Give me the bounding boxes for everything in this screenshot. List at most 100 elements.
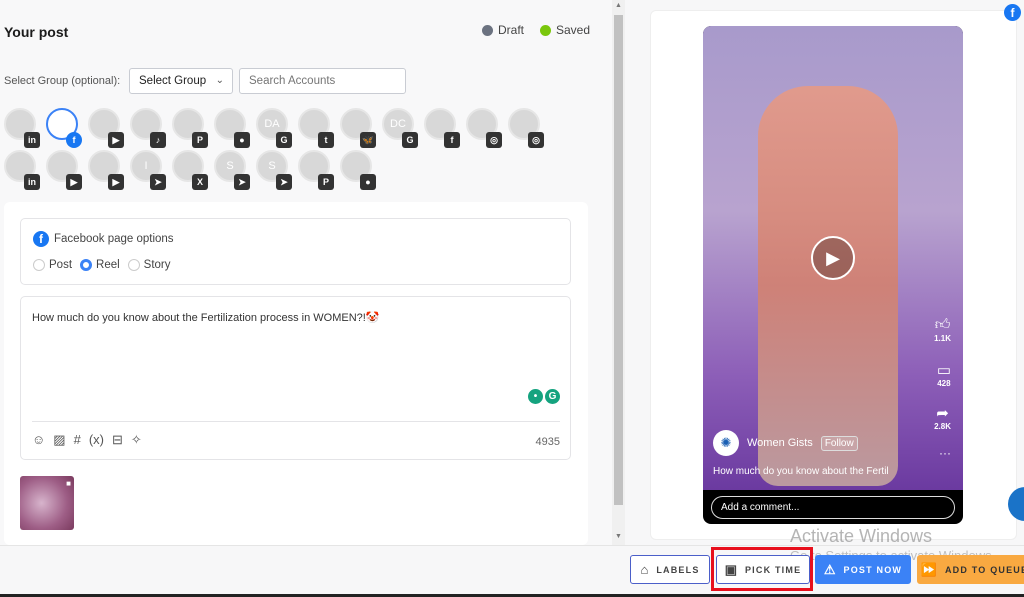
account-avatar-youtube[interactable]: ▶ (88, 150, 124, 190)
follow-button: Follow (820, 435, 858, 451)
draft-dot-icon (482, 24, 493, 36)
saved-dot-icon (540, 24, 551, 36)
comment-icon: ▭ (936, 362, 951, 379)
account-avatar-linkedin[interactable]: in (4, 108, 40, 148)
draft-label: Draft (498, 23, 525, 37)
share-count: ➦ 2.8K (934, 405, 951, 431)
post-now-button[interactable]: ⚠ POST NOW (815, 555, 911, 584)
account-avatar-tiktok[interactable]: ♪ (130, 108, 166, 148)
reel-preview: ▶ 👍︎ 1.1K ▭ 428 ➦ 2.8K ✺ Women Gists Follow ·… (703, 26, 963, 524)
preview-caption: How much do you know about the Fertil (713, 466, 889, 477)
reddit-icon: ● (360, 174, 376, 190)
account-avatar-reddit[interactable]: ● (340, 150, 376, 190)
search-accounts-input[interactable] (239, 68, 406, 94)
page-title: Your post (4, 24, 69, 40)
labels-button[interactable]: ⌂ LABELS (630, 555, 710, 584)
account-avatar-bluesky[interactable]: 🦋 (340, 108, 376, 148)
account-avatar-facebook[interactable]: f (424, 108, 460, 148)
telegram-icon: ➤ (276, 174, 292, 190)
comment-input: Add a comment... (711, 496, 955, 519)
facebook-icon: f (66, 132, 82, 148)
saved-label: Saved (556, 23, 591, 37)
reddit-icon: ● (234, 132, 250, 148)
linkedin-icon: in (24, 132, 40, 148)
account-avatar-google-business[interactable]: DC G (382, 108, 418, 148)
image-icon[interactable]: ▨ (53, 432, 65, 448)
account-avatar-linkedin[interactable]: in (4, 150, 40, 190)
post-text-editor[interactable]: How much do you know about the Fertiliza… (20, 296, 571, 460)
grammarly-widget[interactable]: • G (528, 389, 560, 404)
account-avatar-pinterest[interactable]: P (172, 108, 208, 148)
like-count: 👍︎ 1.1K (934, 316, 951, 343)
account-avatar-telegram[interactable]: S ➤ (256, 150, 292, 190)
account-avatar-x[interactable]: X (172, 150, 208, 190)
snippet-icon[interactable]: ⊟ (112, 432, 123, 448)
bluesky-icon: 🦋 (360, 132, 376, 148)
tag-icon: ⌂ (640, 562, 649, 577)
youtube-icon: ▶ (66, 174, 82, 190)
account-avatar-tumblr[interactable]: t (298, 108, 334, 148)
tumblr-icon: t (318, 132, 334, 148)
telegram-icon: ➤ (234, 174, 250, 190)
account-avatar-google-business[interactable]: DA G (256, 108, 292, 148)
account-avatar-telegram[interactable]: I ➤ (130, 150, 166, 190)
instagram-icon: ◎ (528, 132, 544, 148)
preview-account: ✺ Women Gists Follow (713, 430, 858, 456)
google-business-icon: G (402, 132, 418, 148)
group-select-value: Select Group (139, 75, 207, 87)
windows-watermark: Activate Windows (790, 526, 933, 546)
radio-story[interactable]: Story (127, 259, 171, 271)
comment-count: ▭ 428 (936, 362, 951, 388)
chevron-down-icon: ⌄ (215, 75, 224, 86)
fast-forward-icon: ⏩ (920, 561, 937, 577)
facebook-icon: f (33, 231, 49, 247)
share-icon: ➦ (936, 405, 949, 422)
grammarly-bulb-icon[interactable]: • (528, 389, 543, 404)
ai-sparkle-icon[interactable]: ✧ (131, 432, 142, 448)
radio-reel[interactable]: Reel (80, 259, 120, 271)
saved-status: Saved (540, 23, 590, 37)
pinterest-icon: P (318, 174, 334, 190)
google-business-icon: G (276, 132, 292, 148)
account-avatar-pinterest[interactable]: P (298, 150, 334, 190)
account-avatar-youtube[interactable]: ▶ (88, 108, 124, 148)
youtube-icon: ▶ (108, 132, 124, 148)
facebook-icon[interactable]: f (1004, 4, 1021, 21)
account-avatar-facebook[interactable]: f (46, 108, 82, 148)
tiktok-icon: ♪ (150, 132, 166, 148)
radio-post[interactable]: Post (33, 259, 72, 271)
media-thumbnail[interactable]: ■ (20, 476, 74, 530)
account-avatar-reddit[interactable]: ● (214, 108, 250, 148)
hashtag-icon[interactable]: # (74, 432, 81, 448)
grammarly-icon[interactable]: G (545, 389, 560, 404)
linkedin-icon: in (24, 174, 40, 190)
telegram-icon: ➤ (150, 174, 166, 190)
more-icon: ··· (939, 446, 951, 460)
facebook-icon: f (444, 132, 460, 148)
emoji-icon[interactable]: ☺ (32, 432, 45, 448)
draft-status: Draft (482, 23, 524, 37)
pinterest-icon: P (192, 132, 208, 148)
divider (32, 421, 560, 422)
facebook-options-title: Facebook page options (54, 233, 174, 245)
account-avatar-telegram[interactable]: S ➤ (214, 150, 250, 190)
account-name: Women Gists (747, 437, 813, 449)
post-text[interactable]: How much do you know about the Fertiliza… (32, 311, 380, 324)
warning-icon: ⚠ (823, 561, 836, 577)
x-icon: X (192, 174, 208, 190)
scrollbar[interactable]: ▲ ▼ (612, 0, 625, 545)
account-avatar-instagram[interactable]: ◎ (466, 108, 502, 148)
account-avatar-instagram[interactable]: ◎ (508, 108, 544, 148)
youtube-icon: ▶ (108, 174, 124, 190)
add-to-queue-button[interactable]: ⏩ ADD TO QUEUE (917, 555, 1024, 584)
account-logo: ✺ (713, 430, 739, 456)
group-label: Select Group (optional): (4, 75, 121, 87)
highlight-box (711, 547, 813, 591)
group-select[interactable]: Select Group ⌄ (129, 68, 233, 94)
play-button[interactable]: ▶ (811, 236, 855, 280)
account-avatar-youtube[interactable]: ▶ (46, 150, 82, 190)
facebook-options: f Facebook page options Post Reel Story (20, 218, 571, 285)
like-icon: 👍︎ (934, 316, 951, 333)
variable-icon[interactable]: (x) (89, 432, 104, 448)
post-editor-panel: Your post Draft Saved Select Group (opti… (0, 0, 612, 545)
